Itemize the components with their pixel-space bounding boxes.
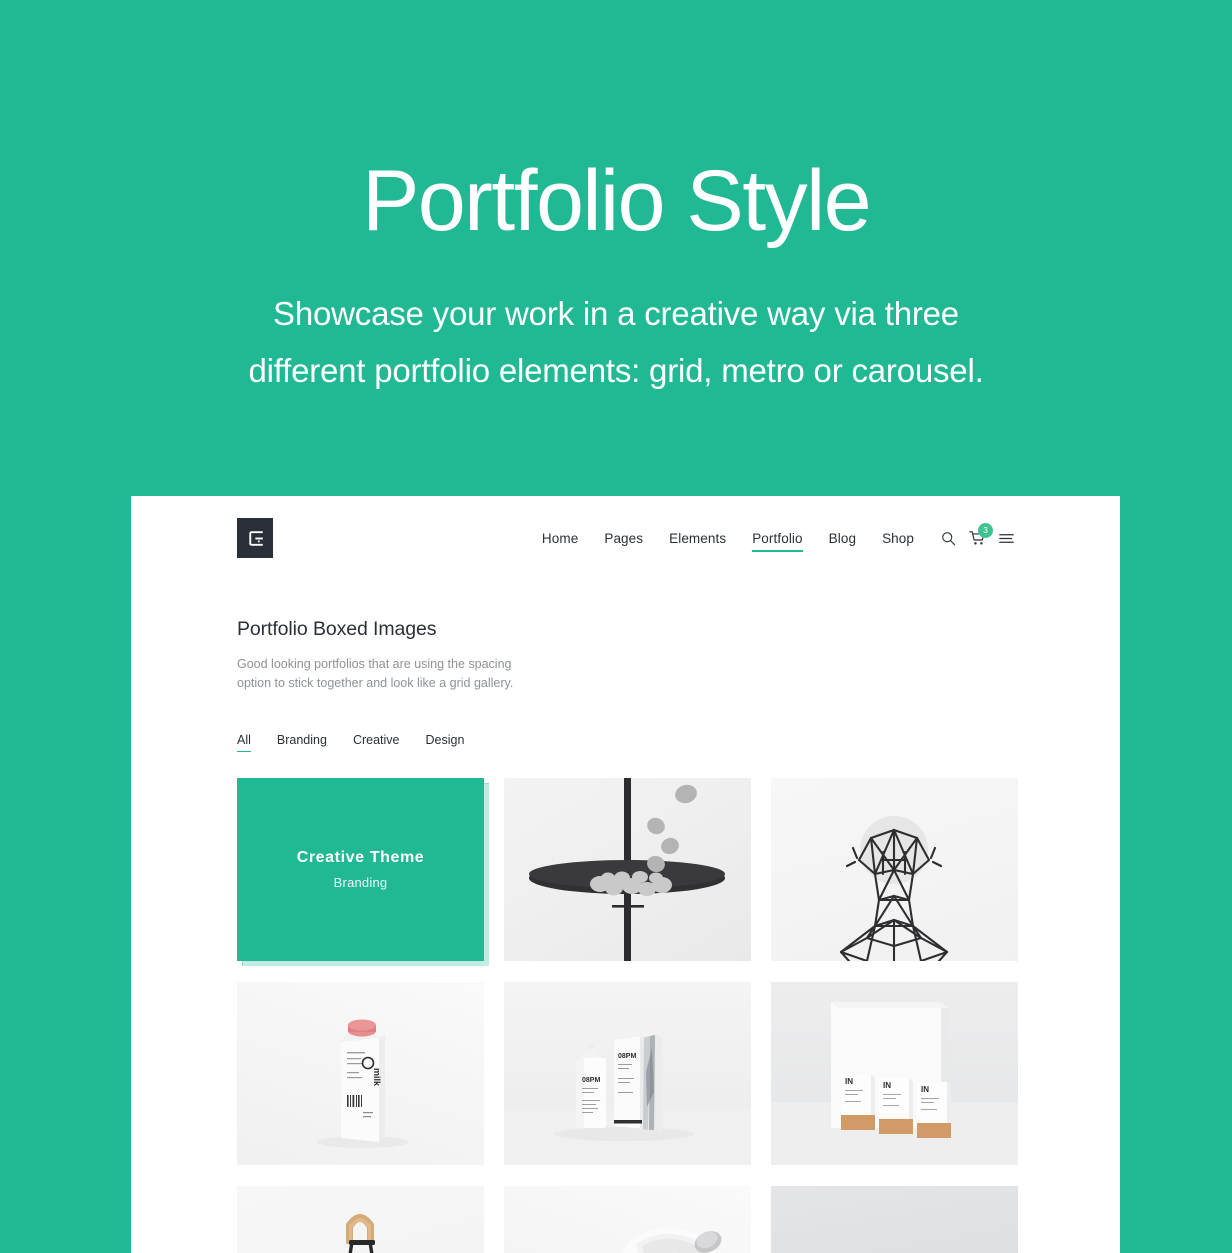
hamburger-menu-icon: [999, 533, 1014, 543]
nav-item-blog[interactable]: Blog: [816, 531, 869, 546]
hero-section: Portfolio Style Showcase your work in a …: [0, 0, 1232, 400]
portfolio-item-featured[interactable]: Creative Theme Branding: [237, 778, 484, 961]
portfolio-item-stool[interactable]: [237, 1186, 484, 1253]
hero-subtitle-line-2: different portfolio elements: grid, metr…: [248, 351, 984, 389]
black-cloud-rain-icon: [771, 1186, 1018, 1253]
header-icon-group: 3: [941, 523, 1014, 546]
portfolio-page-description: Good looking portfolios that are using t…: [237, 657, 514, 690]
stool-wooden-handle-art: [237, 1186, 484, 1253]
cosmetic-bottle-and-box-art: 08PM 08PM: [504, 982, 751, 1165]
search-button[interactable]: [941, 531, 956, 546]
nav-item-pages[interactable]: Pages: [591, 531, 656, 546]
portfolio-item-three-boxes[interactable]: IN IN IN: [771, 982, 1018, 1165]
svg-text:08PM: 08PM: [582, 1077, 600, 1084]
svg-text:08PM: 08PM: [618, 1053, 636, 1060]
cart-count-badge: 3: [978, 523, 993, 538]
portfolio-item-wireframe-head[interactable]: [771, 778, 1018, 961]
svg-text:milk: milk: [372, 1068, 382, 1087]
search-icon: [942, 531, 956, 545]
nav-item-home[interactable]: Home: [529, 531, 591, 546]
page-title: Portfolio Style: [361, 153, 872, 249]
svg-text:IN: IN: [883, 1081, 891, 1090]
portfolio-item-black-dish[interactable]: [504, 778, 751, 961]
portfolio-item-category: Branding: [333, 875, 388, 890]
portfolio-item-cylinder[interactable]: [504, 1186, 751, 1253]
black-dish-with-stones-art: [504, 778, 751, 961]
wireframe-head-sculpture-art: [771, 778, 1018, 961]
site-body: Portfolio Boxed Images Good looking port…: [131, 618, 1120, 1253]
white-cylinder-vessel-art: [504, 1186, 751, 1253]
filter-creative[interactable]: Creative: [353, 733, 400, 752]
brand-logo-icon: [248, 530, 263, 546]
svg-text:IN: IN: [845, 1077, 853, 1086]
stool-wooden-handle-icon: [346, 1214, 375, 1253]
main-navigation: Home Pages Elements Portfolio Blog Shop: [529, 523, 1014, 552]
site-header: Home Pages Elements Portfolio Blog Shop: [131, 496, 1120, 580]
milk-carton-pink-cap-icon: milk: [317, 1019, 409, 1148]
site-preview-card: Home Pages Elements Portfolio Blog Shop: [131, 496, 1120, 1253]
filter-all[interactable]: All: [237, 733, 251, 752]
filter-design[interactable]: Design: [426, 733, 465, 752]
svg-text:IN: IN: [921, 1085, 929, 1094]
hero-subtitle: Showcase your work in a creative way via…: [0, 286, 1232, 400]
nav-item-portfolio[interactable]: Portfolio: [739, 531, 815, 552]
portfolio-grid: Creative Theme Branding milk 08PM 08PM I…: [237, 778, 1018, 1253]
filter-branding[interactable]: Branding: [277, 733, 327, 752]
black-cloud-rain-art: [771, 1186, 1018, 1253]
portfolio-filter-bar: All Branding Creative Design: [237, 733, 1014, 752]
three-boxes-copper-base-art: IN IN IN: [771, 982, 1018, 1165]
nav-item-shop[interactable]: Shop: [869, 531, 927, 546]
brand-logo[interactable]: [237, 518, 273, 558]
portfolio-page-title: Portfolio Boxed Images: [237, 618, 437, 640]
black-dish-with-stones-icon: [529, 778, 725, 961]
hamburger-menu-button[interactable]: [999, 532, 1014, 545]
portfolio-item-title: Creative Theme: [296, 849, 425, 866]
portfolio-item-milk-carton[interactable]: milk: [237, 982, 484, 1165]
three-boxes-copper-base-icon: IN IN IN: [771, 1002, 1018, 1165]
portfolio-item-cosmetic-set[interactable]: 08PM 08PM: [504, 982, 751, 1165]
milk-carton-pink-cap-art: milk: [237, 982, 484, 1165]
hero-subtitle-line-1: Showcase your work in a creative way via…: [273, 295, 959, 332]
portfolio-item-black-cloud[interactable]: [771, 1186, 1018, 1253]
nav-item-elements[interactable]: Elements: [656, 531, 739, 546]
wireframe-head-sculpture-icon: [839, 816, 949, 961]
cart-button[interactable]: 3: [969, 523, 993, 546]
white-cylinder-vessel-icon: [622, 1227, 722, 1253]
cosmetic-bottle-and-box-icon: 08PM 08PM: [504, 1034, 751, 1165]
